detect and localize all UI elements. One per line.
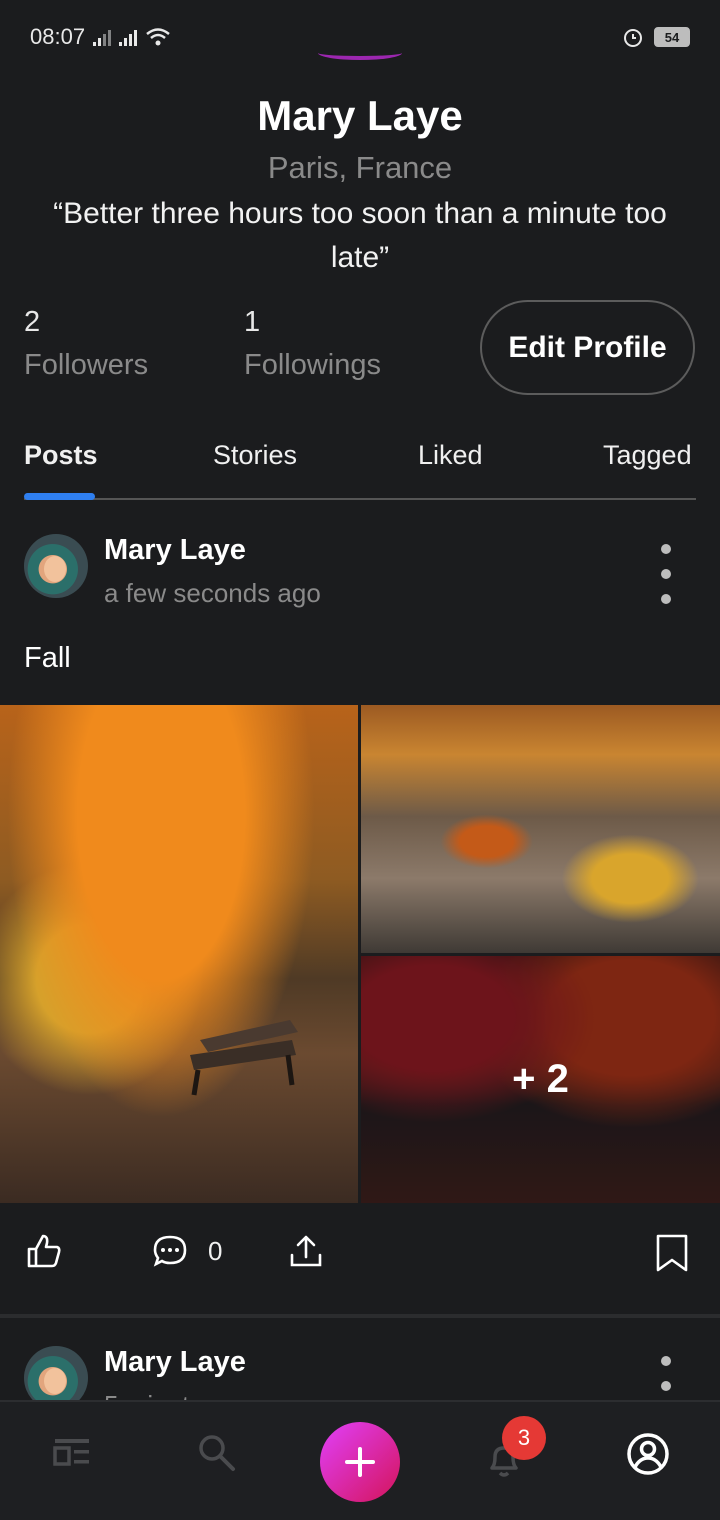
post-photo-more[interactable]: + 2 <box>361 956 720 1203</box>
followers-count: 2 <box>24 306 41 338</box>
post-actions: 0 <box>0 1205 720 1315</box>
profile-location: Paris, France <box>267 150 453 185</box>
bottom-nav: 3 <box>0 1400 720 1520</box>
add-post-button[interactable] <box>320 1422 400 1502</box>
post-divider <box>0 1314 720 1318</box>
wifi-icon <box>146 28 170 46</box>
bench-graphic <box>190 1020 298 1096</box>
feed-icon <box>53 1439 89 1466</box>
profile-bio: “Better three hours too soon than a minu… <box>53 197 667 274</box>
followings-stat[interactable]: 1 Followings <box>244 306 381 382</box>
profile-avatar[interactable] <box>318 46 402 60</box>
share-icon <box>290 1235 322 1267</box>
nav-profile[interactable] <box>626 1432 670 1481</box>
post-time: a few seconds ago <box>104 578 321 608</box>
comment-count: 0 <box>208 1235 223 1266</box>
tab-indicator <box>24 493 95 500</box>
edit-profile-button[interactable]: Edit Profile <box>480 300 695 395</box>
profile-name: Mary Laye <box>257 92 463 139</box>
search-icon <box>199 1435 235 1471</box>
post-header: Mary Laye a few seconds ago <box>24 534 696 614</box>
post-photo[interactable] <box>361 705 720 953</box>
post-author[interactable]: Mary Laye <box>104 534 246 567</box>
post-author[interactable]: Mary Laye <box>104 1346 246 1379</box>
followers-label: Followers <box>24 349 149 381</box>
more-vert-icon[interactable] <box>656 544 676 604</box>
tab-stories[interactable]: Stories <box>213 440 297 471</box>
profile-icon <box>627 1433 669 1475</box>
tab-tagged[interactable]: Tagged <box>603 440 692 471</box>
followers-stat[interactable]: 2 Followers <box>24 306 148 382</box>
nav-search[interactable] <box>196 1432 236 1477</box>
tab-posts[interactable]: Posts <box>24 440 98 471</box>
add-icon <box>345 1447 375 1477</box>
share-button[interactable] <box>288 1233 324 1269</box>
alarm-icon <box>624 29 642 47</box>
nav-feed[interactable] <box>52 1432 92 1477</box>
profile-tabs: Posts Stories Liked Tagged <box>24 430 696 500</box>
followings-count: 1 <box>244 306 261 338</box>
notification-badge: 3 <box>502 1416 546 1460</box>
tab-liked[interactable]: Liked <box>418 440 483 471</box>
post-photo[interactable] <box>0 705 358 1203</box>
like-button[interactable] <box>26 1233 62 1269</box>
like-icon <box>27 1234 61 1268</box>
status-time: 08:07 <box>30 24 86 49</box>
battery-icon: 54 <box>654 27 690 47</box>
bookmark-icon <box>656 1234 688 1272</box>
bookmark-button[interactable] <box>654 1233 690 1273</box>
status-bar: 08:07 54 <box>0 0 720 74</box>
followings-label: Followings <box>244 349 381 381</box>
avatar[interactable] <box>24 534 88 598</box>
post-caption: Fall <box>24 642 71 674</box>
more-photos-count: + 2 <box>512 1057 569 1101</box>
comment-icon <box>153 1235 187 1267</box>
comment-button[interactable]: 0 <box>152 1233 222 1269</box>
signal-icon <box>93 28 112 46</box>
signal-icon <box>119 28 138 46</box>
